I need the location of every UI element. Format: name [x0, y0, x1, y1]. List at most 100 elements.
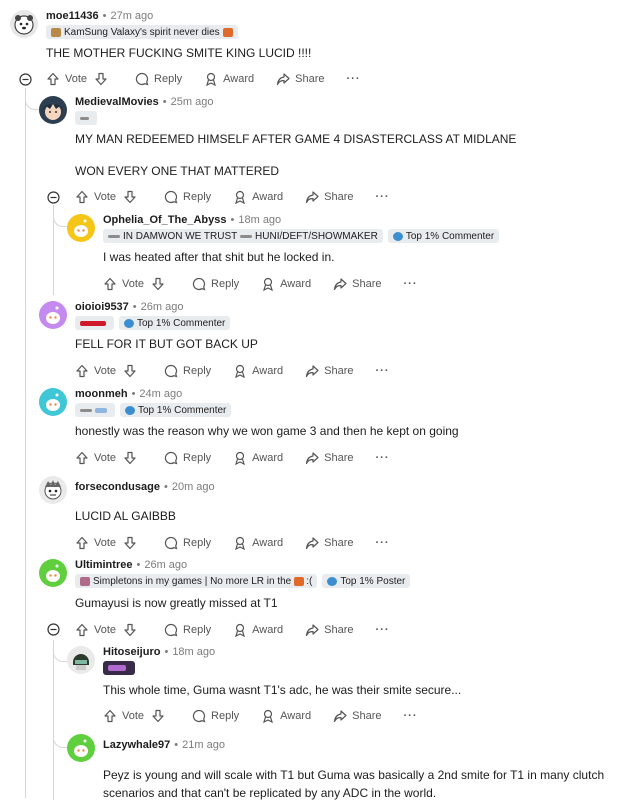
action-bar: Vote Reply Award Share ··· [75, 364, 390, 378]
avatar[interactable] [39, 559, 67, 587]
downvote-icon [152, 709, 164, 723]
reply-button[interactable]: Reply [164, 451, 211, 465]
award-button[interactable]: Award [233, 536, 283, 550]
more-options-button[interactable]: ··· [376, 452, 390, 464]
thread-line [53, 640, 54, 800]
team-flair [75, 316, 114, 330]
anime-avatar-icon [43, 104, 63, 120]
snoo-icon [46, 564, 60, 582]
award-icon [235, 364, 246, 378]
more-options-button[interactable]: ··· [376, 365, 390, 377]
action-bar: Vote Reply Award Share ··· [103, 709, 418, 723]
share-button[interactable]: Share [333, 277, 382, 291]
comment-body: This whole time, Guma wasnt T1's adc, he… [103, 683, 462, 697]
avatar[interactable] [39, 96, 67, 124]
share-button[interactable]: Share [276, 72, 325, 86]
comment-body: Peyz is young and will scale with T1 but… [103, 768, 605, 782]
reply-button[interactable]: Reply [192, 709, 239, 723]
reply-button[interactable]: Reply [164, 623, 211, 637]
downvote-icon [95, 72, 107, 86]
action-bar: Vote Reply Award Share ··· [75, 451, 390, 465]
share-icon [306, 624, 319, 637]
avatar[interactable] [67, 646, 95, 674]
username[interactable]: Hitoseijuro [103, 646, 160, 658]
team-flair [75, 403, 115, 417]
vote-control[interactable]: Vote [75, 364, 142, 378]
timestamp: 27m ago [110, 10, 154, 22]
avatar[interactable] [10, 10, 38, 38]
username[interactable]: Lazywhale97 [103, 739, 170, 751]
more-options-button[interactable]: ··· [376, 624, 390, 636]
username[interactable]: Ophelia_Of_The_Abyss [103, 214, 227, 226]
vote-control[interactable]: Vote [103, 709, 170, 723]
more-options-button[interactable]: ··· [347, 73, 361, 85]
share-button[interactable]: Share [305, 451, 354, 465]
timestamp: 20m ago [171, 481, 215, 493]
award-button[interactable]: Award [233, 451, 283, 465]
snoo-icon [46, 306, 60, 324]
upvote-icon [76, 536, 88, 550]
collapse-icon[interactable] [47, 191, 60, 204]
downvote-icon [124, 623, 136, 637]
avatar[interactable] [39, 476, 67, 504]
username[interactable]: moe11436 [46, 10, 99, 22]
avatar[interactable] [67, 214, 95, 242]
award-button[interactable]: Award [204, 72, 254, 86]
username[interactable]: moonmeh [75, 388, 128, 400]
comment-body: FELL FOR IT BUT GOT BACK UP [75, 337, 258, 351]
share-button[interactable]: Share [305, 364, 354, 378]
upvote-icon [76, 623, 88, 637]
share-button[interactable]: Share [305, 536, 354, 550]
vote-control[interactable]: Vote [75, 451, 142, 465]
award-button[interactable]: Award [233, 623, 283, 637]
top-poster-badge: Top 1% Poster [322, 574, 411, 588]
more-options-button[interactable]: ··· [376, 191, 390, 203]
vote-control[interactable]: Vote [103, 277, 170, 291]
share-icon [306, 191, 319, 204]
share-button[interactable]: Share [305, 623, 354, 637]
more-options-button[interactable]: ··· [404, 278, 418, 290]
more-options-button[interactable]: ··· [376, 537, 390, 549]
username[interactable]: forsecondusage [75, 481, 160, 493]
share-button[interactable]: Share [333, 709, 382, 723]
username[interactable]: oioioi9537 [75, 301, 129, 313]
more-options-button[interactable]: ··· [404, 710, 418, 722]
vote-control[interactable]: Vote [75, 536, 142, 550]
character-icon [44, 480, 62, 500]
avatar[interactable] [39, 301, 67, 329]
vote-control[interactable]: Vote [46, 72, 113, 86]
comment-icon [164, 190, 178, 204]
user-flair: KamSung Valaxy's spirit never dies [46, 25, 238, 39]
award-button[interactable]: Award [233, 190, 283, 204]
comment-icon [164, 536, 178, 550]
action-bar: Vote Reply Award Share ··· [103, 277, 418, 291]
username[interactable]: MedievalMovies [75, 96, 159, 108]
top-commenter-badge: Top 1% Commenter [120, 403, 232, 417]
collapse-icon[interactable] [47, 623, 60, 636]
helmet-icon [73, 654, 89, 670]
upvote-icon [104, 277, 116, 291]
award-icon [263, 709, 274, 723]
reply-button[interactable]: Reply [164, 364, 211, 378]
downvote-icon [124, 451, 136, 465]
avatar[interactable] [67, 734, 95, 762]
vote-control[interactable]: Vote [75, 623, 142, 637]
reply-button[interactable]: Reply [192, 277, 239, 291]
share-button[interactable]: Share [305, 190, 354, 204]
avatar[interactable] [39, 388, 67, 416]
user-flair: Simpletons in my games | No more LR in t… [75, 574, 318, 588]
award-button[interactable]: Award [233, 364, 283, 378]
top-commenter-badge: Top 1% Commenter [119, 316, 231, 330]
reply-button[interactable]: Reply [164, 190, 211, 204]
award-button[interactable]: Award [261, 709, 311, 723]
reply-button[interactable]: Reply [164, 536, 211, 550]
award-button[interactable]: Award [261, 277, 311, 291]
username[interactable]: Ultimintree [75, 559, 132, 571]
comment-icon [192, 277, 206, 291]
comment-body: WON EVERY ONE THAT MATTERED [75, 164, 280, 178]
vote-control[interactable]: Vote [75, 190, 142, 204]
award-icon [235, 451, 246, 465]
reply-button[interactable]: Reply [135, 72, 182, 86]
collapse-icon[interactable] [19, 73, 32, 86]
share-icon [306, 452, 319, 465]
